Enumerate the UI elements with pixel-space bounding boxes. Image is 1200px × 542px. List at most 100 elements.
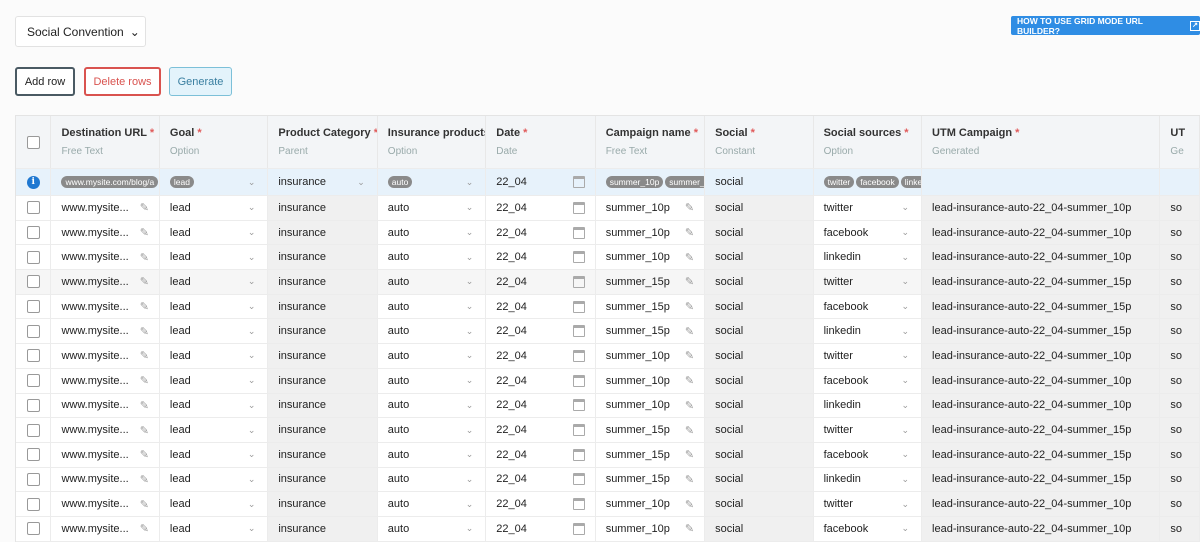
- product-cell[interactable]: insurance: [268, 442, 378, 467]
- campaign-cell[interactable]: summer_10p ✎: [596, 368, 706, 393]
- calendar-icon[interactable]: [572, 201, 585, 214]
- pencil-icon[interactable]: ✎: [140, 374, 149, 387]
- row-checkbox[interactable]: [26, 472, 40, 486]
- row-checkbox[interactable]: [26, 250, 40, 264]
- social-cell[interactable]: social: [705, 467, 814, 492]
- date-cell[interactable]: 22_04: [486, 418, 596, 442]
- bulk-campaign-cell[interactable]: summer_10p summer_: [596, 169, 706, 195]
- pencil-icon[interactable]: ✎: [685, 349, 694, 362]
- utm-cell[interactable]: lead-insurance-auto-22_04-summer_15p: [922, 294, 1161, 319]
- insurance-cell[interactable]: auto ⌄: [378, 294, 487, 319]
- pencil-icon[interactable]: ✎: [685, 226, 694, 239]
- goal-cell[interactable]: lead ⌄: [160, 368, 269, 393]
- social-cell[interactable]: social: [705, 418, 814, 442]
- source-cell[interactable]: twitter ⌄: [814, 196, 923, 220]
- pencil-icon[interactable]: ✎: [685, 399, 694, 412]
- row-checkbox[interactable]: [26, 448, 40, 462]
- date-cell[interactable]: 22_04: [486, 220, 596, 245]
- product-cell[interactable]: insurance: [268, 245, 378, 270]
- pencil-icon[interactable]: ✎: [685, 448, 694, 461]
- pencil-icon[interactable]: ✎: [140, 522, 149, 535]
- row-checkbox[interactable]: [26, 423, 40, 437]
- utm-cell[interactable]: lead-insurance-auto-22_04-summer_15p: [922, 442, 1161, 467]
- pencil-icon[interactable]: ✎: [140, 325, 149, 338]
- pencil-icon[interactable]: ✎: [685, 498, 694, 511]
- extra-cell[interactable]: so: [1160, 270, 1200, 294]
- utm-cell[interactable]: lead-insurance-auto-22_04-summer_15p: [922, 418, 1161, 442]
- source-cell[interactable]: twitter ⌄: [814, 344, 923, 368]
- insurance-cell[interactable]: auto ⌄: [378, 220, 487, 245]
- row-checkbox[interactable]: [26, 497, 40, 511]
- source-cell[interactable]: facebook ⌄: [814, 294, 923, 319]
- campaign-cell[interactable]: summer_15p ✎: [596, 294, 706, 319]
- product-cell[interactable]: insurance: [268, 368, 378, 393]
- social-cell[interactable]: social: [705, 368, 814, 393]
- pencil-icon[interactable]: ✎: [685, 325, 694, 338]
- goal-cell[interactable]: lead ⌄: [160, 344, 269, 368]
- date-cell[interactable]: 22_04: [486, 319, 596, 344]
- product-cell[interactable]: insurance: [268, 319, 378, 344]
- utm-cell[interactable]: lead-insurance-auto-22_04-summer_10p: [922, 368, 1161, 393]
- date-cell[interactable]: 22_04: [486, 196, 596, 220]
- row-checkbox[interactable]: [26, 324, 40, 338]
- insurance-cell[interactable]: auto ⌄: [378, 344, 487, 368]
- insurance-cell[interactable]: auto ⌄: [378, 418, 487, 442]
- calendar-icon[interactable]: [572, 448, 585, 461]
- campaign-cell[interactable]: summer_10p ✎: [596, 245, 706, 270]
- insurance-cell[interactable]: auto ⌄: [378, 492, 487, 516]
- date-cell[interactable]: 22_04: [486, 294, 596, 319]
- calendar-icon[interactable]: [572, 226, 585, 239]
- extra-cell[interactable]: so: [1160, 393, 1200, 418]
- social-cell[interactable]: social: [705, 492, 814, 516]
- extra-cell[interactable]: so: [1160, 492, 1200, 516]
- date-cell[interactable]: 22_04: [486, 245, 596, 270]
- calendar-icon[interactable]: [572, 374, 585, 387]
- campaign-cell[interactable]: summer_15p ✎: [596, 270, 706, 294]
- calendar-icon[interactable]: [572, 399, 585, 412]
- insurance-cell[interactable]: auto ⌄: [378, 442, 487, 467]
- insurance-cell[interactable]: auto ⌄: [378, 516, 487, 541]
- column-header[interactable]: Insurance products Option: [378, 116, 487, 168]
- row-checkbox[interactable]: [26, 201, 40, 215]
- goal-cell[interactable]: lead ⌄: [160, 492, 269, 516]
- bulk-date-cell[interactable]: 22_04: [486, 169, 596, 195]
- source-cell[interactable]: linkedin ⌄: [814, 467, 923, 492]
- url-cell[interactable]: www.mysite... ✎: [51, 344, 160, 368]
- goal-cell[interactable]: lead ⌄: [160, 220, 269, 245]
- utm-cell[interactable]: lead-insurance-auto-22_04-summer_10p: [922, 393, 1161, 418]
- product-cell[interactable]: insurance: [268, 196, 378, 220]
- utm-cell[interactable]: lead-insurance-auto-22_04-summer_10p: [922, 344, 1161, 368]
- date-cell[interactable]: 22_04: [486, 442, 596, 467]
- pencil-icon[interactable]: ✎: [140, 251, 149, 264]
- pencil-icon[interactable]: ✎: [140, 275, 149, 288]
- extra-cell[interactable]: so: [1160, 467, 1200, 492]
- product-cell[interactable]: insurance: [268, 294, 378, 319]
- url-cell[interactable]: www.mysite... ✎: [51, 319, 160, 344]
- campaign-cell[interactable]: summer_10p ✎: [596, 220, 706, 245]
- social-cell[interactable]: social: [705, 245, 814, 270]
- social-cell[interactable]: social: [705, 319, 814, 344]
- product-cell[interactable]: insurance: [268, 220, 378, 245]
- social-cell[interactable]: social: [705, 393, 814, 418]
- pencil-icon[interactable]: ✎: [685, 275, 694, 288]
- extra-cell[interactable]: so: [1160, 294, 1200, 319]
- campaign-cell[interactable]: summer_10p ✎: [596, 196, 706, 220]
- campaign-cell[interactable]: summer_15p ✎: [596, 319, 706, 344]
- product-cell[interactable]: insurance: [268, 270, 378, 294]
- url-cell[interactable]: www.mysite... ✎: [51, 393, 160, 418]
- goal-cell[interactable]: lead ⌄: [160, 442, 269, 467]
- insurance-cell[interactable]: auto ⌄: [378, 368, 487, 393]
- add-row-button[interactable]: Add row: [15, 67, 75, 96]
- utm-cell[interactable]: lead-insurance-auto-22_04-summer_15p: [922, 319, 1161, 344]
- row-checkbox[interactable]: [26, 226, 40, 240]
- bulk-url-cell[interactable]: www.mysite.com/blog/a: [51, 169, 160, 195]
- date-cell[interactable]: 22_04: [486, 516, 596, 541]
- extra-cell[interactable]: so: [1160, 245, 1200, 270]
- product-cell[interactable]: insurance: [268, 393, 378, 418]
- calendar-icon[interactable]: [572, 325, 585, 338]
- insurance-cell[interactable]: auto ⌄: [378, 196, 487, 220]
- pencil-icon[interactable]: ✎: [140, 399, 149, 412]
- calendar-icon[interactable]: [572, 473, 585, 486]
- insurance-cell[interactable]: auto ⌄: [378, 319, 487, 344]
- source-cell[interactable]: linkedin ⌄: [814, 319, 923, 344]
